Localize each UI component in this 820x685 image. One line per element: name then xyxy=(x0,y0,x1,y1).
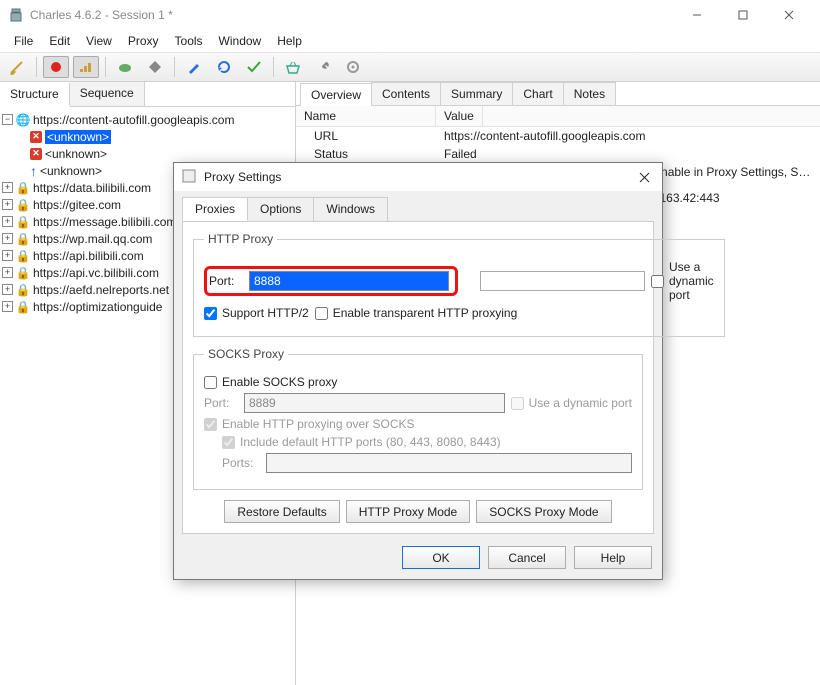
menu-view[interactable]: View xyxy=(78,32,120,50)
cancel-button[interactable]: Cancel xyxy=(488,546,566,569)
menu-tools[interactable]: Tools xyxy=(167,32,211,50)
ok-button[interactable]: OK xyxy=(402,546,480,569)
lock-icon: 🔒 xyxy=(16,266,30,280)
tab-overview[interactable]: Overview xyxy=(300,83,372,106)
menu-edit[interactable]: Edit xyxy=(41,32,78,50)
dialog-close-button[interactable] xyxy=(626,163,662,191)
broom-icon[interactable] xyxy=(4,56,30,78)
dialog-icon xyxy=(182,169,198,186)
menu-file[interactable]: File xyxy=(6,32,41,50)
http-port-input-ext[interactable] xyxy=(480,271,645,291)
lock-icon: 🔒 xyxy=(16,232,30,246)
maximize-button[interactable] xyxy=(720,0,766,30)
tab-structure[interactable]: Structure xyxy=(0,83,70,107)
tree-item[interactable]: ✕<unknown> xyxy=(2,145,293,162)
overview-row[interactable]: URLhttps://content-autofill.googleapis.c… xyxy=(296,127,820,145)
menu-proxy[interactable]: Proxy xyxy=(120,32,167,50)
window-title: Charles 4.6.2 - Session 1 * xyxy=(30,8,674,22)
http-proxy-group: HTTP Proxy Port: Use a dynamic port Supp… xyxy=(193,232,725,337)
overview-value: https://content-autofill.googleapis.com xyxy=(436,127,820,145)
tab-sequence[interactable]: Sequence xyxy=(70,82,145,106)
record-icon[interactable] xyxy=(43,56,69,78)
http-over-socks-checkbox: Enable HTTP proxying over SOCKS xyxy=(204,417,415,431)
transparent-checkbox[interactable]: Enable transparent HTTP proxying xyxy=(315,306,518,320)
tools-icon[interactable] xyxy=(310,56,336,78)
dynamic-port-checkbox[interactable]: Use a dynamic port xyxy=(651,260,714,302)
http-proxy-mode-button[interactable]: HTTP Proxy Mode xyxy=(346,500,470,523)
app-icon xyxy=(8,7,24,23)
dialog-tabs: Proxies Options Windows xyxy=(174,191,662,221)
toolbar xyxy=(0,52,820,82)
proxy-settings-dialog: Proxy Settings Proxies Options Windows H… xyxy=(173,162,663,580)
http2-checkbox[interactable]: Support HTTP/2 xyxy=(204,306,309,320)
globe-icon: 🌐 xyxy=(16,113,30,127)
breakpoint-icon[interactable] xyxy=(142,56,168,78)
lock-icon: 🔒 xyxy=(16,283,30,297)
help-button[interactable]: Help xyxy=(574,546,652,569)
lock-icon: 🔒 xyxy=(16,249,30,263)
error-icon: ✕ xyxy=(30,148,42,160)
include-default-ports-checkbox: Include default HTTP ports (80, 443, 808… xyxy=(222,435,501,449)
socks-dynamic-checkbox: Use a dynamic port xyxy=(511,396,632,410)
socks-proxy-legend: SOCKS Proxy xyxy=(204,347,288,361)
validate-icon[interactable] xyxy=(241,56,267,78)
title-bar: Charles 4.6.2 - Session 1 * xyxy=(0,0,820,30)
basket-icon[interactable] xyxy=(280,56,306,78)
tab-chart[interactable]: Chart xyxy=(512,82,563,105)
overview-key: Status xyxy=(296,145,436,163)
tab-options[interactable]: Options xyxy=(247,197,314,221)
settings-icon[interactable] xyxy=(340,56,366,78)
minimize-button[interactable] xyxy=(674,0,720,30)
overview-value: Failed xyxy=(436,145,820,163)
http-port-label: Port: xyxy=(209,274,243,288)
socks-port-label: Port: xyxy=(204,396,238,410)
socks-proxy-mode-button[interactable]: SOCKS Proxy Mode xyxy=(476,500,611,523)
overview-header: Name Value xyxy=(296,106,820,127)
upload-icon: ↑ xyxy=(30,163,37,179)
tab-proxies[interactable]: Proxies xyxy=(182,197,248,221)
overview-key: URL xyxy=(296,127,436,145)
tree-item[interactable]: ✕<unknown> xyxy=(2,128,293,145)
menu-bar: File Edit View Proxy Tools Window Help xyxy=(0,30,820,52)
lock-icon: 🔒 xyxy=(16,215,30,229)
menu-window[interactable]: Window xyxy=(211,32,270,50)
tab-notes[interactable]: Notes xyxy=(563,82,616,105)
tab-windows[interactable]: Windows xyxy=(313,197,388,221)
overview-row[interactable]: StatusFailed xyxy=(296,145,820,163)
socks-ports-input xyxy=(266,453,632,473)
dialog-title: Proxy Settings xyxy=(204,170,626,184)
error-icon: ✕ xyxy=(30,131,42,143)
turtle-icon[interactable] xyxy=(112,56,138,78)
tree-root[interactable]: −🌐https://content-autofill.googleapis.co… xyxy=(2,111,293,128)
close-button[interactable] xyxy=(766,0,812,30)
lock-icon: 🔒 xyxy=(16,300,30,314)
left-tabs: Structure Sequence xyxy=(0,82,295,107)
throttle-icon[interactable] xyxy=(73,56,99,78)
lock-icon: 🔒 xyxy=(16,198,30,212)
tab-contents[interactable]: Contents xyxy=(371,82,441,105)
http-port-input[interactable] xyxy=(249,271,449,291)
socks-port-input xyxy=(244,393,505,413)
menu-help[interactable]: Help xyxy=(269,32,310,50)
http-proxy-legend: HTTP Proxy xyxy=(204,232,277,246)
socks-ports-label: Ports: xyxy=(222,456,260,470)
repeat-icon[interactable] xyxy=(211,56,237,78)
pen-icon[interactable] xyxy=(181,56,207,78)
socks-proxy-group: SOCKS Proxy Enable SOCKS proxy Port: Use… xyxy=(193,347,643,490)
enable-socks-checkbox[interactable]: Enable SOCKS proxy xyxy=(204,375,337,389)
col-name[interactable]: Name xyxy=(296,106,436,126)
right-tabs: Overview Contents Summary Chart Notes xyxy=(296,82,820,106)
lock-icon: 🔒 xyxy=(16,181,30,195)
port-highlight: Port: xyxy=(204,266,458,296)
col-value[interactable]: Value xyxy=(436,106,483,126)
restore-defaults-button[interactable]: Restore Defaults xyxy=(224,500,339,523)
tab-summary[interactable]: Summary xyxy=(440,82,513,105)
